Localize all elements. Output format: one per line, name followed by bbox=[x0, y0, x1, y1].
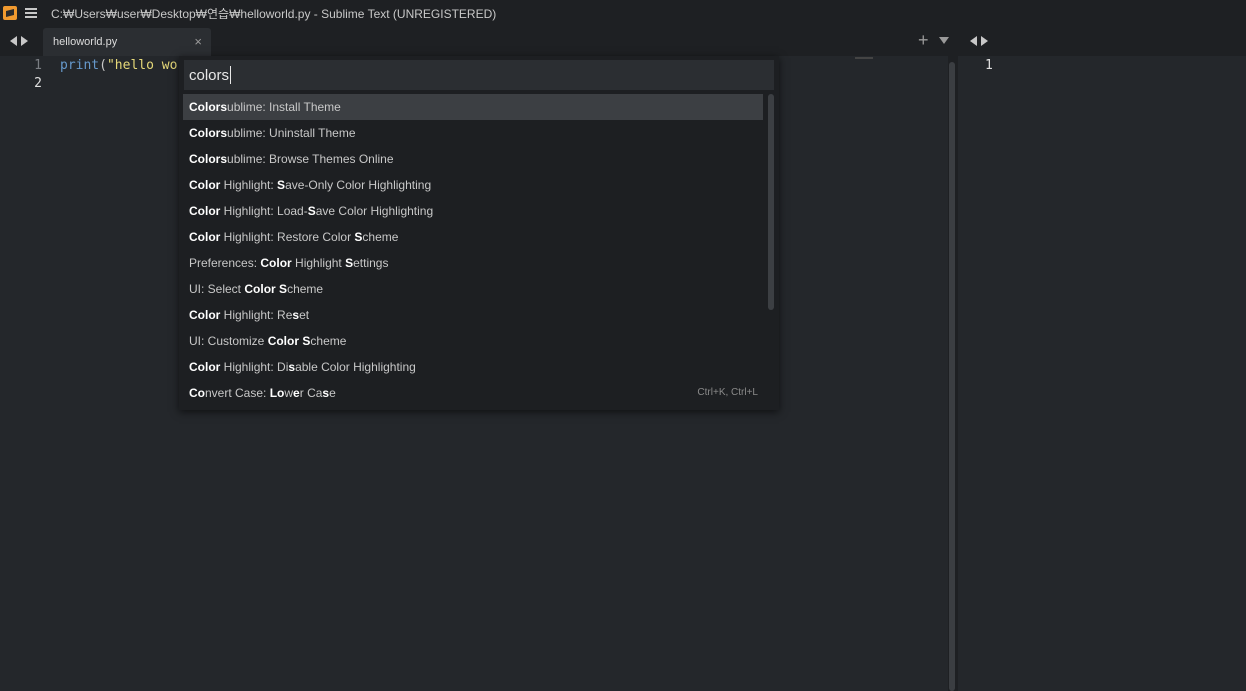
title-bar: C:₩Users₩user₩Desktop₩연습₩helloworld.py -… bbox=[0, 0, 1246, 26]
editor-scrollbar[interactable] bbox=[949, 62, 955, 691]
command-result-item[interactable]: UI: Select Color Scheme bbox=[183, 276, 763, 302]
result-text: ettings bbox=[353, 256, 389, 270]
match-highlight: Lo bbox=[269, 386, 285, 400]
result-text: cheme bbox=[310, 334, 347, 348]
arrow-left-icon[interactable] bbox=[10, 36, 17, 46]
command-result-item[interactable]: Convert Case: Lower Case Ctrl+K, Ctrl+L bbox=[183, 380, 763, 406]
result-text: Highlight bbox=[291, 256, 346, 270]
command-result-item[interactable]: UI: Customize Color Scheme bbox=[183, 328, 763, 354]
hamburger-menu-icon[interactable] bbox=[25, 8, 37, 18]
result-text: ublime: Browse Themes Online bbox=[227, 152, 394, 166]
arrow-right-icon[interactable] bbox=[21, 36, 28, 46]
keyboard-shortcut: Ctrl+K, Ctrl+L bbox=[697, 387, 758, 398]
match-highlight: S bbox=[279, 282, 288, 296]
code-line-1[interactable]: print("hello wo bbox=[60, 57, 177, 75]
palette-scrollbar[interactable] bbox=[768, 94, 774, 310]
arrow-left-icon[interactable] bbox=[970, 36, 977, 46]
result-text: able Color Highlighting bbox=[295, 360, 416, 374]
result-text: UI: Select bbox=[189, 282, 245, 296]
command-palette-input[interactable]: colors bbox=[184, 60, 774, 90]
command-result-item[interactable]: Colorsublime: Install Theme bbox=[183, 94, 763, 120]
window-title: C:₩Users₩user₩Desktop₩연습₩helloworld.py -… bbox=[51, 6, 497, 21]
text-caret bbox=[230, 66, 232, 84]
match-highlight: Color bbox=[260, 256, 292, 270]
match-highlight: S bbox=[345, 256, 354, 270]
tab-dropdown-icon[interactable] bbox=[939, 37, 949, 44]
arrow-right-icon[interactable] bbox=[981, 36, 988, 46]
match-highlight: S bbox=[307, 204, 316, 218]
command-result-item[interactable]: Color Highlight: Save-Only Color Highlig… bbox=[183, 172, 763, 198]
match-highlight: Colors bbox=[189, 152, 228, 166]
command-result-item[interactable]: Colorsublime: Uninstall Theme bbox=[183, 120, 763, 146]
result-text: e bbox=[329, 386, 336, 400]
match-highlight: Colors bbox=[189, 100, 228, 114]
result-text: cheme bbox=[287, 282, 324, 296]
result-text: et bbox=[299, 308, 310, 322]
command-result-item[interactable]: Color Highlight: Disable Color Highlight… bbox=[183, 354, 763, 380]
match-highlight: Color bbox=[189, 178, 221, 192]
command-results-list: Colorsublime: Install Theme Colorsublime:… bbox=[183, 94, 763, 406]
command-result-item[interactable]: Color Highlight: Reset bbox=[183, 302, 763, 328]
match-highlight: S bbox=[277, 178, 286, 192]
result-text: Highlight: Restore Color bbox=[220, 230, 355, 244]
match-highlight: Color bbox=[189, 204, 221, 218]
match-highlight: Co bbox=[189, 386, 205, 400]
tab-label: helloworld.py bbox=[53, 36, 118, 48]
result-text: Highlight: bbox=[220, 178, 278, 192]
result-text: ublime: Install Theme bbox=[227, 100, 341, 114]
result-text: Highlight: Di bbox=[220, 360, 289, 374]
result-text: ave Color Highlighting bbox=[315, 204, 434, 218]
tab-helloworld[interactable]: helloworld.py × bbox=[43, 28, 211, 56]
tab-bar: helloworld.py × + bbox=[0, 26, 1246, 56]
line-gutter: 1 2 bbox=[0, 57, 42, 93]
code-function: print bbox=[60, 58, 100, 73]
match-highlight: Color bbox=[244, 282, 276, 296]
code-paren: ( bbox=[99, 58, 107, 73]
code-string: "hello wo bbox=[106, 58, 178, 73]
command-result-item[interactable]: Color Highlight: Load-Save Color Highlig… bbox=[183, 198, 763, 224]
result-text: ave-Only Color Highlighting bbox=[285, 178, 432, 192]
line-number: 1 bbox=[34, 58, 42, 73]
minimap[interactable] bbox=[855, 57, 873, 59]
close-icon[interactable]: × bbox=[194, 34, 202, 49]
result-text: ublime: Uninstall Theme bbox=[227, 126, 356, 140]
result-text: r Ca bbox=[299, 386, 323, 400]
tab-nav-arrows bbox=[10, 32, 28, 46]
result-text: w bbox=[284, 386, 294, 400]
right-line-gutter: 1 bbox=[985, 57, 993, 75]
palette-query: colors bbox=[189, 66, 230, 84]
editor-pane-right[interactable] bbox=[958, 56, 1246, 691]
command-result-item[interactable]: Preferences: Color Highlight Settings bbox=[183, 250, 763, 276]
right-pane-nav-arrows bbox=[970, 32, 988, 46]
result-text: Preferences: bbox=[189, 256, 261, 270]
match-highlight: Color bbox=[189, 360, 221, 374]
result-text: cheme bbox=[362, 230, 399, 244]
command-palette: colors Colorsublime: Install Theme Colors… bbox=[179, 56, 779, 410]
result-text: UI: Customize bbox=[189, 334, 268, 348]
sublime-logo-icon bbox=[3, 6, 17, 20]
line-number: 1 bbox=[985, 58, 993, 73]
result-text: Highlight: Re bbox=[220, 308, 293, 322]
line-number-active: 2 bbox=[34, 76, 42, 91]
match-highlight: Color bbox=[189, 230, 221, 244]
command-result-item[interactable]: Colorsublime: Browse Themes Online bbox=[183, 146, 763, 172]
command-result-item[interactable]: Color Highlight: Restore Color Scheme bbox=[183, 224, 763, 250]
new-tab-plus-icon[interactable]: + bbox=[918, 30, 929, 51]
match-highlight: e bbox=[293, 386, 300, 400]
match-highlight: Color bbox=[189, 308, 221, 322]
result-text: nvert Case: bbox=[205, 386, 270, 400]
result-text: Highlight: Load- bbox=[220, 204, 308, 218]
match-highlight: Color bbox=[267, 334, 300, 348]
match-highlight: Colors bbox=[189, 126, 228, 140]
